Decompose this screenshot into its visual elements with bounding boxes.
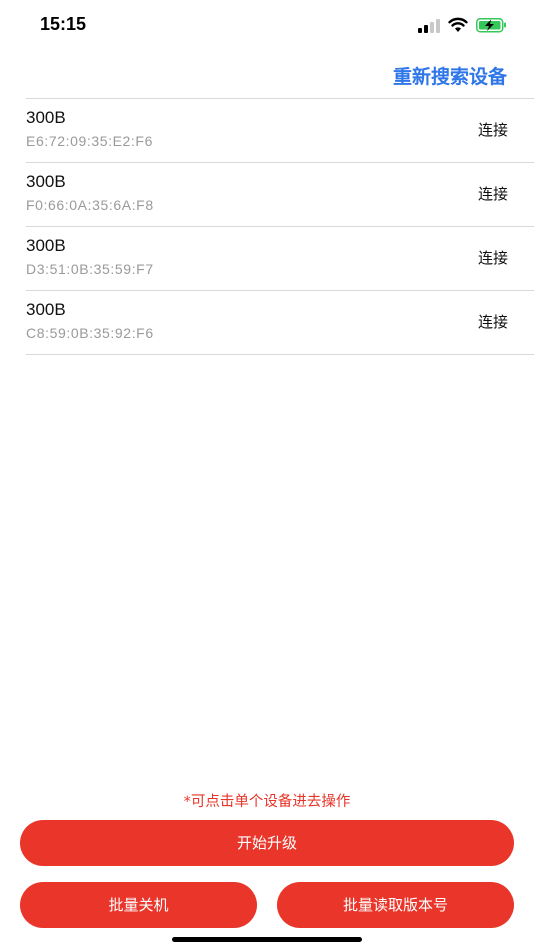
rescan-devices-button[interactable]: 重新搜索设备 xyxy=(393,62,507,89)
connect-button[interactable]: 连接 xyxy=(478,247,508,268)
wifi-icon xyxy=(448,17,468,32)
device-name: 300B xyxy=(26,300,66,319)
connect-button[interactable]: 连接 xyxy=(478,183,508,204)
home-indicator[interactable] xyxy=(172,937,362,942)
device-row[interactable]: 300B C8:59:0B:35:92:F6 连接 xyxy=(26,290,534,355)
device-row[interactable]: 300B E6:72:09:35:E2:F6 连接 xyxy=(26,98,534,162)
connect-button[interactable]: 连接 xyxy=(478,311,508,332)
batch-read-version-button[interactable]: 批量读取版本号 xyxy=(277,882,514,928)
device-name: 300B xyxy=(26,236,66,255)
device-row[interactable]: 300B F0:66:0A:35:6A:F8 连接 xyxy=(26,162,534,226)
device-mac-address: E6:72:09:35:E2:F6 xyxy=(26,133,153,149)
status-time: 15:15 xyxy=(40,14,87,34)
device-row[interactable]: 300B D3:51:0B:35:59:F7 连接 xyxy=(26,226,534,290)
batch-shutdown-button[interactable]: 批量关机 xyxy=(20,882,257,928)
start-upgrade-button[interactable]: 开始升级 xyxy=(20,820,514,866)
status-icons xyxy=(418,16,510,36)
status-bar: 15:15 xyxy=(0,0,534,50)
device-mac-address: C8:59:0B:35:92:F6 xyxy=(26,325,154,341)
device-mac-address: F0:66:0A:35:6A:F8 xyxy=(26,197,154,213)
device-mac-address: D3:51:0B:35:59:F7 xyxy=(26,261,154,277)
connect-button[interactable]: 连接 xyxy=(478,119,508,140)
cellular-signal-icon xyxy=(418,19,440,33)
top-bar: 重新搜索设备 xyxy=(0,55,534,95)
device-name: 300B xyxy=(26,108,66,127)
status-icons-svg xyxy=(418,17,506,33)
device-name: 300B xyxy=(26,172,66,191)
battery-charging-icon xyxy=(476,18,506,33)
device-list: 300B E6:72:09:35:E2:F6 连接 300B F0:66:0A:… xyxy=(26,98,534,355)
operation-hint: *可点击单个设备进去操作 xyxy=(183,794,351,810)
